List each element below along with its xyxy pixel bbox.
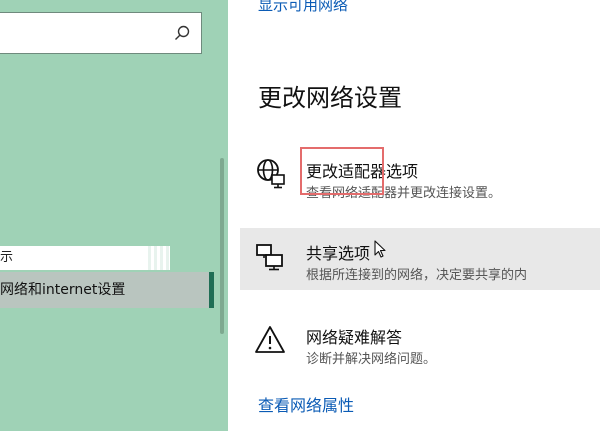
network-settings-pane: 显示可用网络 更改网络设置 更改适配器选项 查看网络适配器并更改连接设置。 共享… [228, 0, 600, 431]
sidebar-scrollbar[interactable] [220, 158, 224, 334]
selected-indicator [209, 272, 214, 308]
option-description: 查看网络适配器并更改连接设置。 [306, 186, 502, 201]
sidebar-item-decoration [148, 246, 170, 270]
option-title: 网络疑难解答 [306, 328, 403, 347]
section-title: 更改网络设置 [258, 84, 402, 112]
option-title: 更改适配器选项 [306, 162, 419, 181]
sidebar-item-display[interactable]: 示 [0, 246, 170, 270]
sidebar-item-label: 示 [0, 250, 14, 265]
warning-icon [255, 326, 285, 353]
option-troubleshoot[interactable]: 网络疑难解答 诊断并解决网络问题。 [240, 312, 600, 374]
search-box[interactable] [0, 12, 202, 54]
search-icon[interactable] [173, 24, 191, 42]
sidebar-item-network-internet[interactable]: 网络和internet设置 [0, 272, 214, 308]
option-sharing[interactable]: 共享选项 根据所连接到的网络，决定要共享的内 [240, 228, 600, 290]
settings-sidebar: 示 网络和internet设置 [0, 0, 228, 431]
search-input[interactable] [0, 13, 181, 53]
show-available-networks-link[interactable]: 显示可用网络 [258, 0, 348, 15]
sidebar-item-label: 网络和internet设置 [0, 282, 126, 298]
option-title: 共享选项 [306, 244, 371, 263]
option-description: 诊断并解决网络问题。 [306, 352, 437, 367]
option-description: 根据所连接到的网络，决定要共享的内 [306, 268, 528, 283]
sharing-icon [256, 244, 283, 271]
option-change-adapter[interactable]: 更改适配器选项 查看网络适配器并更改连接设置。 [240, 146, 600, 208]
globe-pc-icon [257, 159, 285, 189]
cursor-icon [374, 240, 386, 258]
view-network-properties-link[interactable]: 查看网络属性 [258, 392, 354, 416]
